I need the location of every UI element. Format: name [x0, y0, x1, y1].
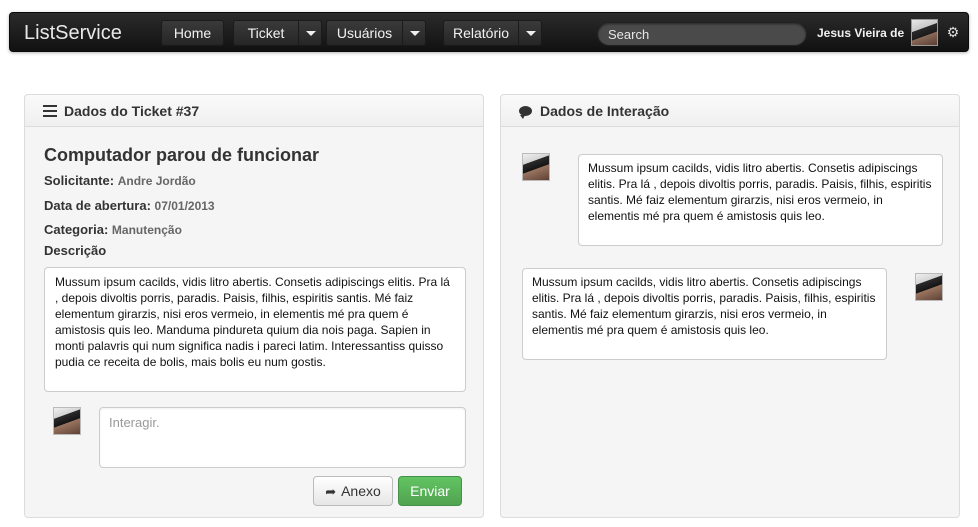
- abertura-label: Data de abertura:: [44, 198, 151, 213]
- top-navbar: ListService Home Ticket Usuários Relatór…: [9, 12, 969, 52]
- usuarios-dropdown-caret-icon[interactable]: [402, 20, 426, 46]
- categoria-label: Categoria:: [44, 222, 109, 237]
- message-bubble: Mussum ipsum cacilds, vidis litro aberti…: [522, 268, 887, 360]
- search-input[interactable]: [597, 22, 807, 46]
- solicitante-value: Andre Jordão: [117, 174, 196, 188]
- abertura-field: Data de abertura: 07/01/2013: [44, 198, 215, 213]
- solicitante-field: Solicitante: Andre Jordão: [44, 173, 196, 188]
- nav-usuarios[interactable]: Usuários: [326, 20, 403, 46]
- gear-icon[interactable]: ⚙: [945, 24, 961, 40]
- abertura-value: 07/01/2013: [154, 199, 215, 213]
- ticket-title: Computador parou de funcionar: [44, 145, 320, 165]
- share-arrow-icon: ➦: [325, 484, 337, 499]
- interaction-panel: Dados de Interação Mussum ipsum cacilds,…: [500, 94, 960, 518]
- nav-ticket[interactable]: Ticket: [233, 20, 299, 46]
- interaction-panel-title: Dados de Interação: [540, 103, 670, 119]
- descricao-label: Descrição: [44, 243, 107, 258]
- ticket-dropdown-caret-icon[interactable]: [298, 20, 322, 46]
- categoria-field: Categoria: Manutenção: [44, 222, 182, 237]
- enviar-button[interactable]: Enviar: [398, 476, 462, 506]
- nav-home[interactable]: Home: [161, 20, 224, 46]
- user-avatar[interactable]: [911, 19, 938, 46]
- categoria-value: Manutenção: [111, 223, 182, 237]
- comment-icon: [519, 106, 532, 119]
- ticket-panel: Dados do Ticket #37 Computador parou de …: [24, 94, 484, 518]
- ticket-panel-title: Dados do Ticket #37: [64, 103, 200, 119]
- message-avatar: [522, 153, 550, 181]
- nav-relatorio[interactable]: Relatório: [443, 20, 519, 46]
- user-name[interactable]: Jesus Vieira de: [817, 26, 904, 40]
- interact-input[interactable]: [99, 407, 466, 468]
- relatorio-dropdown-caret-icon[interactable]: [518, 20, 542, 46]
- list-icon: [43, 105, 57, 117]
- message-avatar: [915, 273, 943, 301]
- anexo-button[interactable]: ➦ Anexo: [313, 476, 393, 506]
- interaction-panel-header: Dados de Interação: [501, 95, 959, 127]
- message-bubble: Mussum ipsum cacilds, vidis litro aberti…: [578, 154, 943, 246]
- brand-logo[interactable]: ListService: [24, 22, 122, 45]
- interact-user-avatar: [53, 407, 81, 435]
- anexo-label: Anexo: [341, 483, 381, 499]
- descricao-text: Mussum ipsum cacilds, vidis litro aberti…: [44, 267, 466, 392]
- solicitante-label: Solicitante:: [44, 173, 115, 188]
- ticket-panel-header: Dados do Ticket #37: [25, 95, 483, 127]
